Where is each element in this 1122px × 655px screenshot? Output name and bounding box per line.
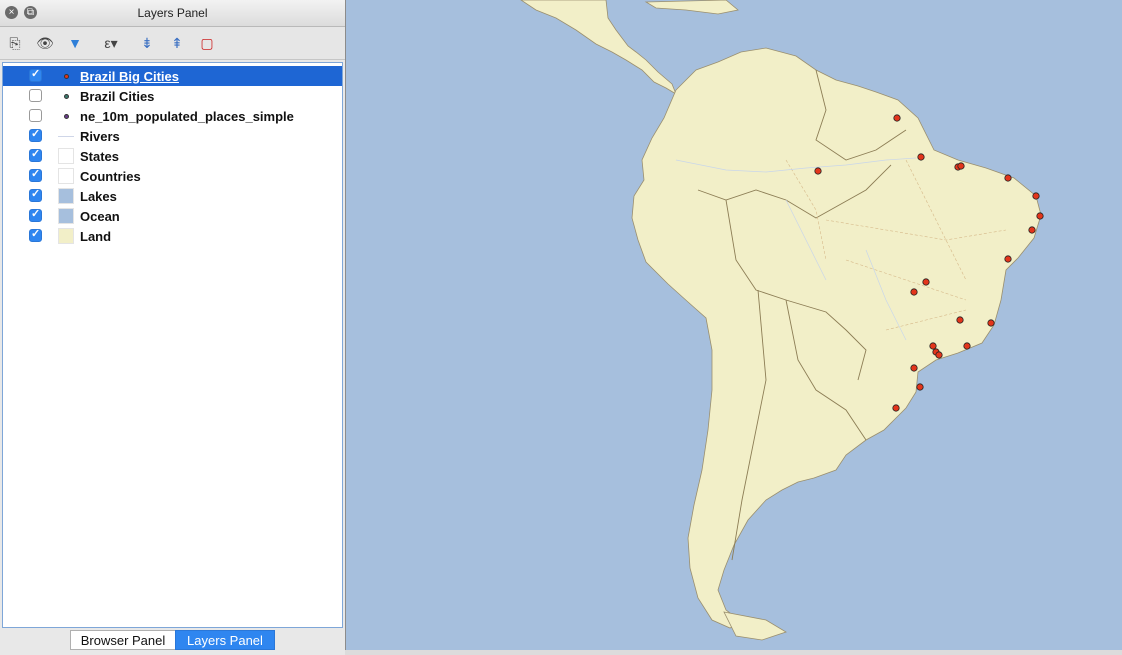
layer-label: Land: [80, 229, 112, 244]
layer-symbol-icon: [58, 68, 74, 84]
layer-label: Rivers: [80, 129, 120, 144]
city-marker: [1028, 226, 1036, 234]
layer-row[interactable]: Land: [3, 226, 342, 246]
map-canvas[interactable]: [345, 0, 1122, 650]
city-marker: [922, 278, 930, 286]
tab-layers-panel[interactable]: Layers Panel: [175, 630, 275, 650]
city-marker: [1032, 192, 1040, 200]
layer-row[interactable]: Brazil Cities: [3, 86, 342, 106]
city-marker: [893, 114, 901, 122]
layer-row[interactable]: ne_10m_populated_places_simple: [3, 106, 342, 126]
layer-visibility-checkbox[interactable]: [29, 89, 42, 102]
layer-symbol-icon: [58, 88, 74, 104]
layer-row[interactable]: States: [3, 146, 342, 166]
city-marker: [910, 288, 918, 296]
layer-tree[interactable]: Brazil Big Cities Brazil Cities ne_10m_pop…: [2, 62, 343, 628]
layer-label: States: [80, 149, 120, 164]
layer-symbol-icon: [58, 148, 74, 164]
visibility-icon[interactable]: 👁▾: [34, 32, 56, 73]
city-marker: [1004, 255, 1012, 263]
layer-symbol-icon: [58, 128, 74, 144]
expand-all-icon[interactable]: ⇟: [136, 32, 158, 54]
expression-filter-icon[interactable]: ε▾: [100, 32, 122, 54]
layer-visibility-checkbox[interactable]: [29, 227, 42, 242]
add-group-icon[interactable]: ⎘: [4, 32, 26, 54]
tab-browser-panel[interactable]: Browser Panel: [70, 630, 176, 650]
map-status-strip: [345, 650, 1122, 655]
layer-label: Brazil Cities: [80, 89, 155, 104]
layer-symbol-icon: [58, 108, 74, 124]
layer-symbol-icon: [58, 168, 74, 184]
city-marker: [1036, 212, 1044, 220]
layer-row[interactable]: Brazil Big Cities: [3, 66, 342, 86]
layer-visibility-checkbox[interactable]: [29, 147, 42, 162]
layer-visibility-checkbox[interactable]: [29, 127, 42, 142]
layer-visibility-checkbox[interactable]: [29, 167, 42, 182]
layer-label: Ocean: [80, 209, 120, 224]
city-marker: [935, 351, 943, 359]
layer-row[interactable]: Ocean: [3, 206, 342, 226]
panel-tabbar: Browser Panel Layers Panel: [0, 628, 345, 655]
city-marker: [917, 153, 925, 161]
layers-toolbar: ⎘ 👁▾ ▼ ε▾ ⇟ ⇞ ▢: [0, 27, 345, 73]
city-marker: [1004, 174, 1012, 182]
layer-symbol-icon: [58, 228, 74, 244]
city-marker: [929, 342, 937, 350]
city-marker: [892, 404, 900, 412]
city-marker: [957, 162, 965, 170]
layer-label: Lakes: [80, 189, 117, 204]
city-marker: [916, 383, 924, 391]
layer-symbol-icon: [58, 208, 74, 224]
layer-row[interactable]: Rivers: [3, 126, 342, 146]
collapse-all-icon[interactable]: ⇞: [166, 32, 188, 54]
layer-visibility-checkbox[interactable]: [29, 67, 42, 82]
remove-layer-icon[interactable]: ▢: [196, 32, 218, 54]
layer-row[interactable]: Countries: [3, 166, 342, 186]
city-marker: [963, 342, 971, 350]
layer-label: Countries: [80, 169, 141, 184]
layer-symbol-icon: [58, 188, 74, 204]
city-marker: [910, 364, 918, 372]
layer-label: Brazil Big Cities: [80, 69, 179, 84]
city-marker: [987, 319, 995, 327]
layer-label: ne_10m_populated_places_simple: [80, 109, 294, 124]
filter-icon[interactable]: ▼: [64, 32, 86, 54]
layers-panel: × ⧉ Layers Panel ⎘ 👁▾ ▼ ε▾ ⇟ ⇞ ▢ Brazil …: [0, 0, 345, 655]
layer-row[interactable]: Lakes: [3, 186, 342, 206]
layer-visibility-checkbox[interactable]: [29, 109, 42, 122]
city-marker: [956, 316, 964, 324]
layer-visibility-checkbox[interactable]: [29, 187, 42, 202]
panel-titlebar: × ⧉ Layers Panel: [0, 0, 345, 27]
layer-visibility-checkbox[interactable]: [29, 207, 42, 222]
panel-title: Layers Panel: [137, 6, 208, 20]
city-marker: [814, 167, 822, 175]
